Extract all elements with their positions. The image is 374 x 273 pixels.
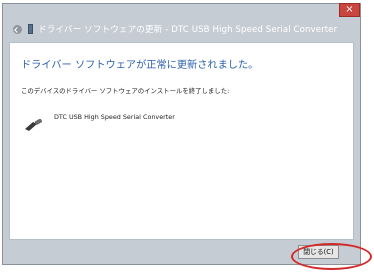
device-list-item: DTC USB High Speed Serial Converter bbox=[24, 107, 324, 137]
dialog-content: ドライバー ソフトウェアが正常に更新されました。 このデバイスのドライバー ソフ… bbox=[9, 42, 354, 240]
install-description: このデバイスのドライバー ソフトウェアのインストールを終了しました: bbox=[21, 87, 230, 95]
back-arrow-icon[interactable] bbox=[13, 25, 22, 34]
highlight-annotation-circle bbox=[291, 243, 372, 270]
dialog-titlebar: ドライバー ソフトウェアの更新 - DTC USB High Speed Ser… bbox=[2, 18, 361, 42]
device-name: DTC USB High Speed Serial Converter bbox=[54, 113, 175, 121]
success-heading: ドライバー ソフトウェアが正常に更新されました。 bbox=[21, 60, 259, 71]
dialog-title: ドライバー ソフトウェアの更新 - DTC USB High Speed Ser… bbox=[38, 25, 338, 35]
device-driver-icon bbox=[28, 24, 33, 34]
usb-connector-icon bbox=[25, 119, 43, 131]
window-close-button[interactable]: × bbox=[339, 3, 360, 17]
